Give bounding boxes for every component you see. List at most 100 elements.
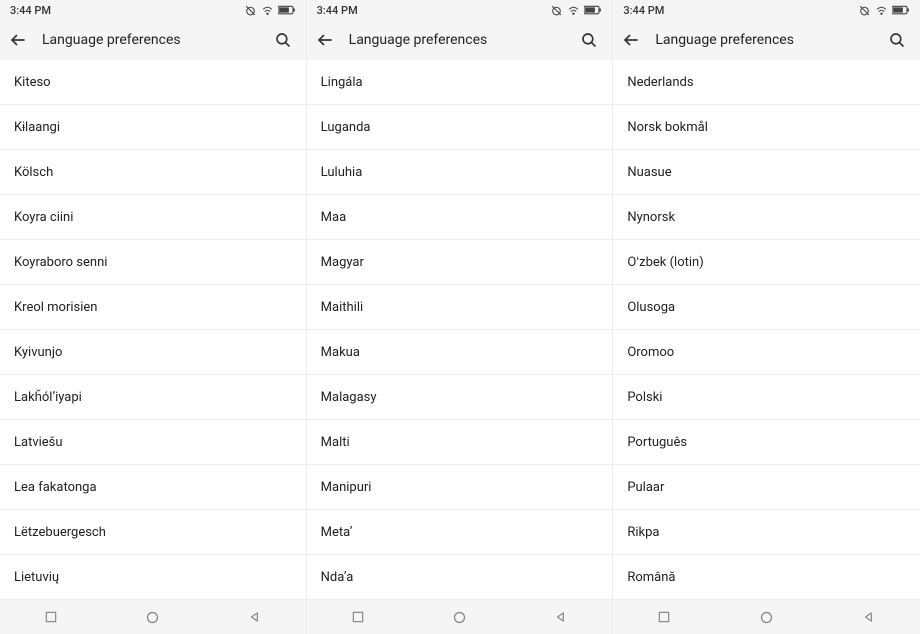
language-item[interactable]: Nuasue xyxy=(613,150,920,195)
home-button[interactable] xyxy=(449,607,469,627)
back-button[interactable] xyxy=(315,30,335,50)
language-label: Kiteso xyxy=(14,75,51,90)
recent-apps-button[interactable] xyxy=(41,607,61,627)
language-label: Nederlands xyxy=(627,75,693,90)
language-label: Lea fakatonga xyxy=(14,480,97,495)
wifi-icon xyxy=(875,4,888,17)
recent-apps-button[interactable] xyxy=(654,607,674,627)
language-label: Ndaʼa xyxy=(321,570,354,585)
language-label: Kyivunjo xyxy=(14,345,62,360)
nav-bar xyxy=(307,600,613,634)
nav-bar xyxy=(613,600,920,634)
language-label: Oromoo xyxy=(627,345,674,360)
back-nav-button[interactable] xyxy=(551,607,571,627)
language-item[interactable]: Nederlands xyxy=(613,60,920,105)
language-label: Luganda xyxy=(321,120,371,135)
language-item[interactable]: Koyraboro senni xyxy=(0,240,306,285)
language-label: Nuasue xyxy=(627,165,671,180)
status-time: 3:44 PM xyxy=(317,4,358,17)
language-item[interactable]: Makua xyxy=(307,330,613,375)
back-nav-button[interactable] xyxy=(245,607,265,627)
search-button[interactable] xyxy=(272,29,294,51)
language-item[interactable]: Kɨlaangi xyxy=(0,105,306,150)
language-label: Kölsch xyxy=(14,165,53,180)
language-item[interactable]: Kreol morisien xyxy=(0,285,306,330)
language-label: Olusoga xyxy=(627,300,675,315)
language-list[interactable]: Lingála Luganda Luluhia Maa Magyar Maithili Ma… xyxy=(307,60,613,600)
language-item[interactable]: Kiteso xyxy=(0,60,306,105)
language-label: Lietuvių xyxy=(14,570,59,585)
language-label: Latviešu xyxy=(14,435,63,450)
language-label: Oʻzbek (lotin) xyxy=(627,254,703,270)
language-label: Malti xyxy=(321,435,350,450)
language-item[interactable]: Nynorsk xyxy=(613,195,920,240)
language-label: Magyar xyxy=(321,255,364,270)
language-item[interactable]: Luluhia xyxy=(307,150,613,195)
language-item[interactable]: Norsk bokmål xyxy=(613,105,920,150)
language-item[interactable]: Malagasy xyxy=(307,375,613,420)
language-label: Lëtzebuergesch xyxy=(14,525,106,540)
language-item[interactable]: Magyar xyxy=(307,240,613,285)
battery-icon xyxy=(278,5,296,15)
language-item[interactable]: Latviešu xyxy=(0,420,306,465)
language-item[interactable]: Manipuri xyxy=(307,465,613,510)
language-item[interactable]: Koyra ciini xyxy=(0,195,306,240)
language-item[interactable]: Română xyxy=(613,555,920,600)
language-label: Română xyxy=(627,570,675,585)
nav-bar xyxy=(0,600,306,634)
language-item[interactable]: Metaʼ xyxy=(307,510,613,555)
language-item[interactable]: Ndaʼa xyxy=(307,555,613,600)
language-label: Nynorsk xyxy=(627,210,675,225)
language-label: Luluhia xyxy=(321,165,363,180)
language-label: Português xyxy=(627,435,687,450)
status-time: 3:44 PM xyxy=(623,4,664,17)
home-button[interactable] xyxy=(143,607,163,627)
battery-icon xyxy=(584,5,602,15)
language-item[interactable]: Olusoga xyxy=(613,285,920,330)
language-item[interactable]: Lakȟólʼiyapi xyxy=(0,375,306,420)
language-label: Makua xyxy=(321,345,360,360)
home-button[interactable] xyxy=(757,607,777,627)
language-item[interactable]: Lingála xyxy=(307,60,613,105)
language-item[interactable]: Maa xyxy=(307,195,613,240)
app-bar: Language preferences xyxy=(613,20,920,60)
back-button[interactable] xyxy=(621,30,641,50)
no-alarm-icon xyxy=(858,4,871,17)
language-item[interactable]: Oromoo xyxy=(613,330,920,375)
back-button[interactable] xyxy=(8,30,28,50)
page-title: Language preferences xyxy=(349,32,565,48)
language-label: Koyraboro senni xyxy=(14,255,107,270)
language-label: Metaʼ xyxy=(321,525,353,540)
status-bar: 3:44 PM xyxy=(613,0,920,20)
language-item[interactable]: Malti xyxy=(307,420,613,465)
language-item[interactable]: Maithili xyxy=(307,285,613,330)
language-label: Manipuri xyxy=(321,480,372,495)
search-button[interactable] xyxy=(886,29,908,51)
language-label: Malagasy xyxy=(321,390,377,405)
language-item[interactable]: Luganda xyxy=(307,105,613,150)
language-label: Lakȟólʼiyapi xyxy=(14,389,82,405)
language-item[interactable]: Polski xyxy=(613,375,920,420)
no-alarm-icon xyxy=(244,4,257,17)
language-list[interactable]: Kiteso Kɨlaangi Kölsch Koyra ciini Koyraboro… xyxy=(0,60,306,600)
language-item[interactable]: Português xyxy=(613,420,920,465)
language-item[interactable]: Rikpa xyxy=(613,510,920,555)
language-item[interactable]: Kyivunjo xyxy=(0,330,306,375)
language-item[interactable]: Kölsch xyxy=(0,150,306,195)
language-label: Maithili xyxy=(321,300,363,315)
search-button[interactable] xyxy=(578,29,600,51)
phone-screen: 3:44 PM Language preferences Kiteso Kɨlaang… xyxy=(0,0,307,634)
back-nav-button[interactable] xyxy=(859,607,879,627)
status-bar: 3:44 PM xyxy=(0,0,306,20)
language-item[interactable]: Oʻzbek (lotin) xyxy=(613,240,920,285)
status-bar: 3:44 PM xyxy=(307,0,613,20)
language-label: Rikpa xyxy=(627,525,659,540)
language-item[interactable]: Lea fakatonga xyxy=(0,465,306,510)
language-label: Maa xyxy=(321,210,347,225)
language-list[interactable]: Nederlands Norsk bokmål Nuasue Nynorsk Oʻzbe… xyxy=(613,60,920,600)
language-item[interactable]: Lëtzebuergesch xyxy=(0,510,306,555)
language-item[interactable]: Lietuvių xyxy=(0,555,306,600)
page-title: Language preferences xyxy=(42,32,258,48)
recent-apps-button[interactable] xyxy=(348,607,368,627)
language-item[interactable]: Pulaar xyxy=(613,465,920,510)
